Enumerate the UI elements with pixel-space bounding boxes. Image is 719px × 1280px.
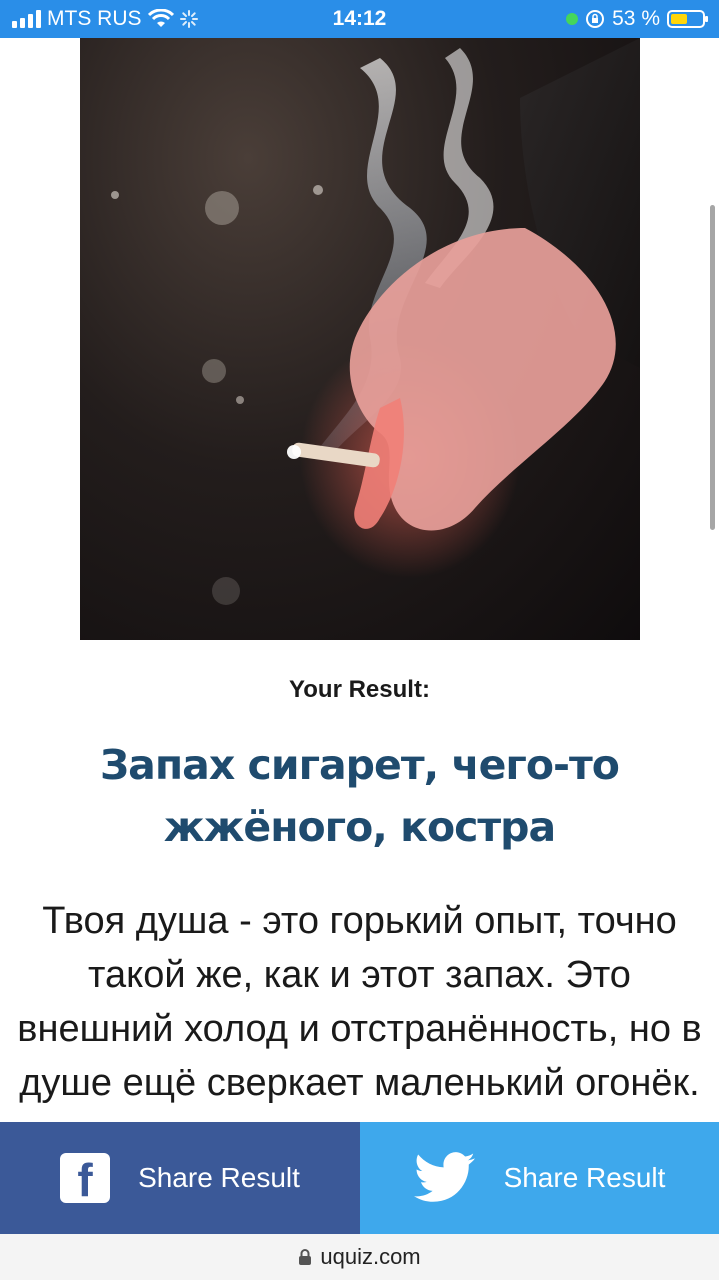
share-facebook-label: Share Result	[138, 1162, 300, 1193]
location-dot-icon	[566, 13, 579, 25]
facebook-icon: f	[60, 1153, 111, 1203]
share-bar: f Share Result Share Result	[0, 1122, 719, 1234]
screen: MTS RUS 14:12 53 % Your Result: Запах си…	[0, 0, 719, 1280]
result-image	[80, 38, 640, 640]
battery-percent: 53 %	[612, 7, 660, 30]
result-title: Запах сигарет, чего-то жжёного, костра	[100, 741, 620, 851]
share-twitter-label: Share Result	[503, 1162, 666, 1193]
share-facebook-button[interactable]: f Share Result	[0, 1122, 360, 1234]
browser-url-bar[interactable]: uquiz.com	[0, 1234, 719, 1280]
lock-icon	[299, 1249, 312, 1265]
url-text: uquiz.com	[320, 1244, 421, 1269]
scroll-indicator[interactable]	[710, 205, 715, 530]
twitter-icon	[413, 1152, 475, 1202]
rotation-lock-icon	[586, 10, 605, 28]
result-label: Your Result:	[289, 676, 430, 703]
battery-icon	[667, 10, 708, 28]
status-bar: MTS RUS 14:12 53 %	[0, 0, 719, 38]
share-twitter-button[interactable]: Share Result	[360, 1122, 719, 1234]
status-right: 53 %	[566, 7, 708, 31]
